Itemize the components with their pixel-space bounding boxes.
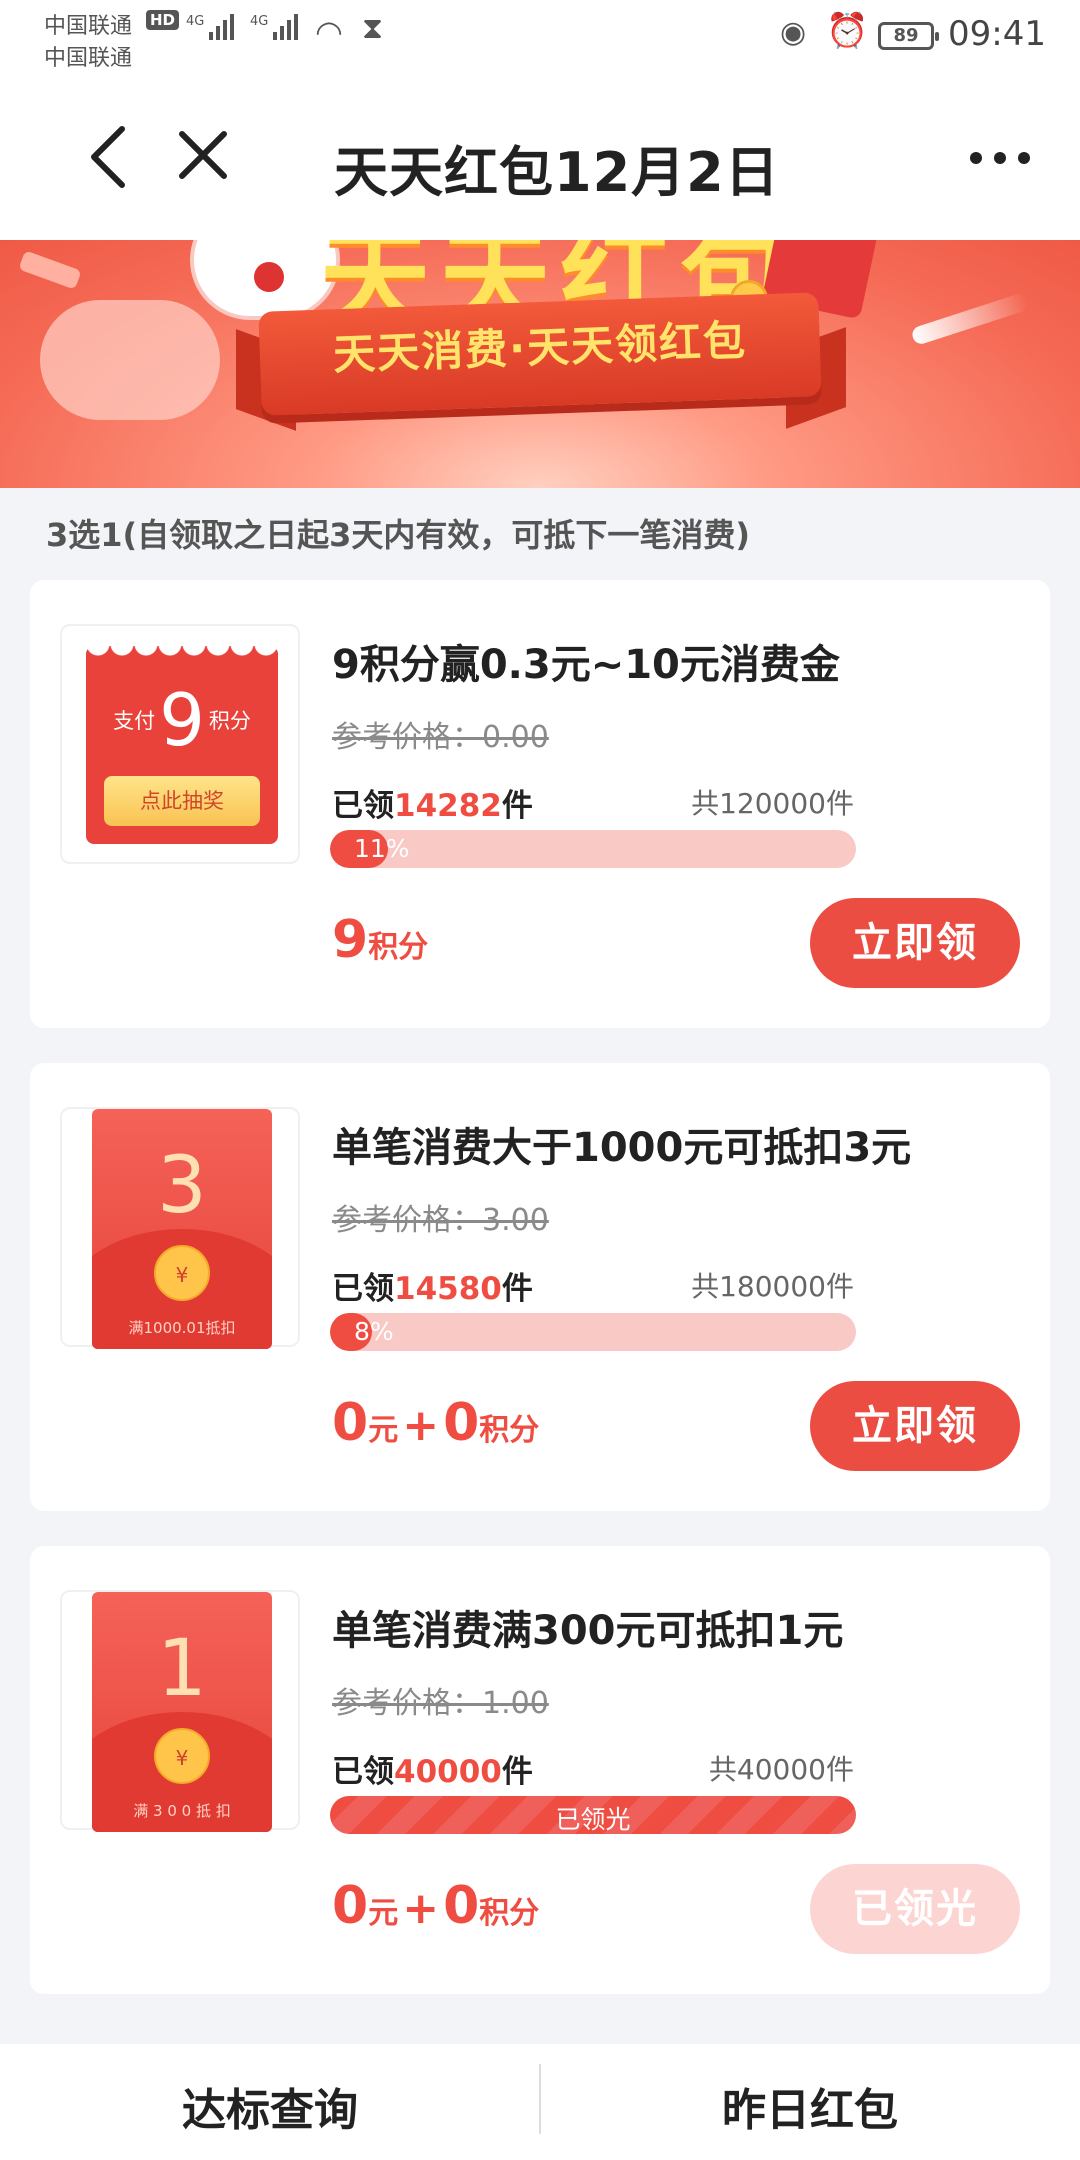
sold-out-button: 已领光 — [810, 1864, 1020, 1954]
claimed-count: 已领40000件 — [332, 1754, 533, 1790]
comet-decoration — [910, 291, 1030, 347]
clock: 09:41 — [948, 14, 1046, 54]
price: 9 积分 — [332, 910, 429, 970]
red-envelope-image: 3 ¥ 满1000.01抵扣 — [92, 1109, 272, 1349]
claim-button[interactable]: 立即领 — [810, 898, 1020, 988]
lottery-ticket-image: 支付 9 积分 点此抽奖 — [86, 644, 278, 844]
claimed-count: 已领14580件 — [332, 1271, 533, 1307]
hd-badge: HD — [146, 10, 180, 30]
ticket-label-left: 支付 — [113, 709, 156, 733]
coupon-thumbnail[interactable]: 1 ¥ 满 3 0 0 抵 扣 — [60, 1590, 300, 1832]
price: 0 元 +0 积分 — [332, 1393, 540, 1453]
carrier-label: 中国联通 — [44, 14, 133, 39]
ticket-label-right: 积分 — [208, 709, 251, 733]
coupon-card: 1 ¥ 满 3 0 0 抵 扣 单笔消费满300元可抵扣1元 参考价格：1.00… — [30, 1546, 1050, 1994]
progress-bar: 已领光 — [330, 1796, 856, 1834]
progress-label: 8% — [354, 1317, 394, 1346]
coupon-card: 支付 9 积分 点此抽奖 9积分赢0.3元~10元消费金 参考价格：0.00 已… — [30, 580, 1050, 1028]
nav-header: 天天红包12月2日 — [0, 80, 1080, 240]
tab-standard-query[interactable]: 达标查询 — [0, 2074, 540, 2138]
total-stock: 共120000件 — [691, 787, 854, 820]
yuan-seal-icon: ¥ — [154, 1245, 210, 1301]
coupon-title[interactable]: 单笔消费大于1000元可抵扣3元 — [332, 1115, 911, 1173]
envelope-condition: 满 3 0 0 抵 扣 — [133, 1802, 231, 1820]
envelope-amount: 1 — [157, 1624, 207, 1714]
more-icon[interactable] — [970, 152, 1030, 164]
coupon-title[interactable]: 单笔消费满300元可抵扣1元 — [332, 1598, 843, 1656]
coupon-title[interactable]: 9积分赢0.3元~10元消费金 — [332, 632, 840, 690]
cloud-decoration — [40, 300, 220, 420]
reference-price: 参考价格：0.00 — [332, 720, 549, 755]
signal-icon-secondary: 4G — [250, 14, 299, 40]
eye-icon: ◉ — [780, 15, 807, 50]
total-stock: 共40000件 — [708, 1753, 854, 1786]
close-icon[interactable] — [178, 130, 228, 180]
mascot-image — [190, 240, 340, 320]
confetti-decoration — [18, 250, 82, 290]
envelope-condition: 满1000.01抵扣 — [128, 1319, 236, 1337]
progress-label: 已领光 — [555, 1805, 631, 1834]
coupon-card: 3 ¥ 满1000.01抵扣 单笔消费大于1000元可抵扣3元 参考价格：3.0… — [30, 1063, 1050, 1511]
reference-price: 参考价格：3.00 — [332, 1203, 549, 1238]
coupon-thumbnail[interactable]: 支付 9 积分 点此抽奖 — [60, 624, 300, 864]
claim-button[interactable]: 立即领 — [810, 1381, 1020, 1471]
price: 0 元 +0 积分 — [332, 1876, 540, 1936]
selection-notice: 3选1(自领取之日起3天内有效，可抵下一笔消费) — [46, 516, 751, 554]
bottom-tab-bar: 达标查询 昨日红包 — [0, 2044, 1080, 2160]
red-envelope-image: 1 ¥ 满 3 0 0 抵 扣 — [92, 1592, 272, 1832]
coupon-thumbnail[interactable]: 3 ¥ 满1000.01抵扣 — [60, 1107, 300, 1349]
lottery-button[interactable]: 点此抽奖 — [104, 776, 260, 826]
hourglass-icon: ⧗ — [362, 11, 384, 46]
back-icon[interactable] — [86, 125, 130, 189]
progress-label: 11% — [354, 834, 410, 863]
reference-price: 参考价格：1.00 — [332, 1686, 549, 1721]
progress-bar: 11% — [330, 830, 856, 868]
page-title: 天天红包12月2日 — [334, 141, 780, 204]
envelope-amount: 3 — [157, 1141, 207, 1231]
wifi-icon: ◠ — [315, 13, 343, 51]
carrier-label-secondary: 中国联通 — [44, 46, 133, 71]
total-stock: 共180000件 — [691, 1270, 854, 1303]
tab-yesterday-redpacket[interactable]: 昨日红包 — [540, 2074, 1080, 2138]
yuan-seal-icon: ¥ — [154, 1728, 210, 1784]
status-bar: 中国联通 中国联通 HD 4G 4G ◠ ⧗ ◉ ⏰ 89 09:41 — [0, 0, 1080, 80]
alarm-icon: ⏰ — [826, 11, 869, 51]
claimed-count: 已领14282件 — [332, 788, 533, 824]
progress-bar: 8% — [330, 1313, 856, 1351]
ticket-amount: 9 — [159, 678, 205, 762]
signal-icon: 4G — [186, 14, 235, 40]
promo-banner: 天天红包 天天消费·天天领红包 — [0, 240, 1080, 488]
battery-icon: 89 — [878, 22, 939, 50]
